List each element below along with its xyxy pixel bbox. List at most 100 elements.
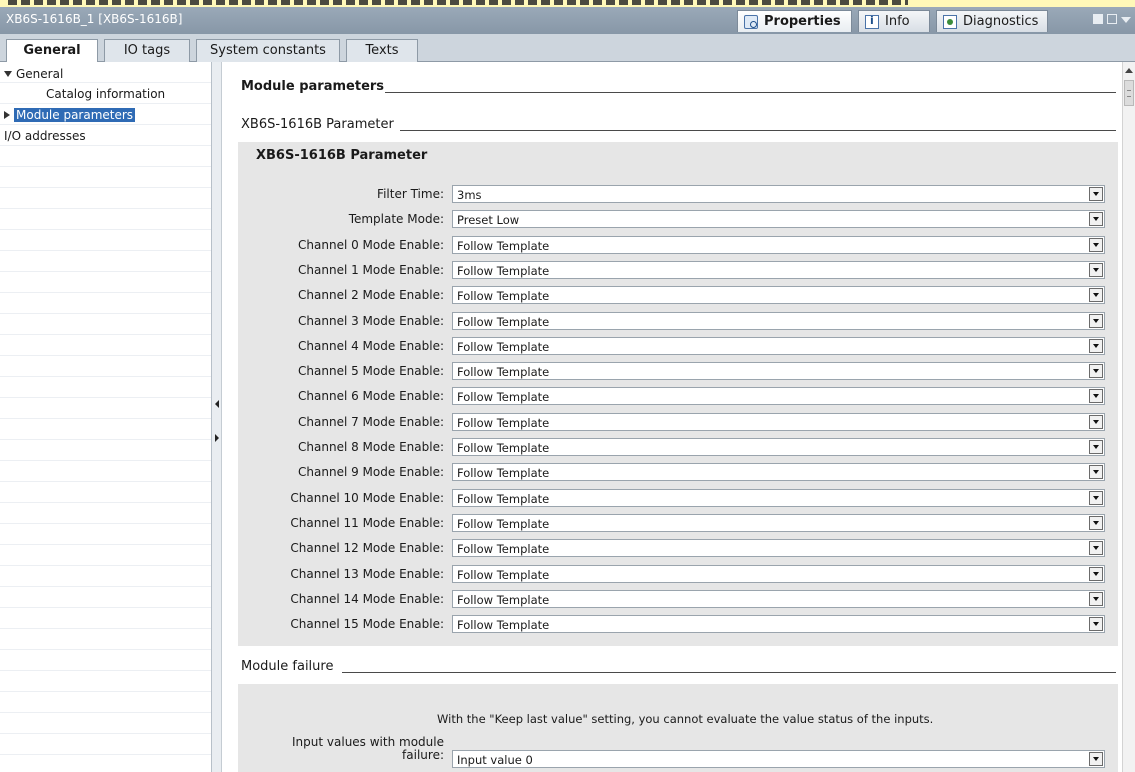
- inspector-title-bar: XB6S-1616B_1 [XB6S-1616B] Properties Inf…: [0, 7, 1135, 34]
- parameter-select[interactable]: Follow Template: [452, 413, 1105, 431]
- parameter-label: Filter Time:: [377, 187, 444, 201]
- collapse-arrow-icon[interactable]: [4, 111, 10, 119]
- parameter-value: Follow Template: [457, 416, 550, 430]
- chevron-down-icon[interactable]: [1089, 415, 1103, 429]
- parameter-select[interactable]: Follow Template: [452, 438, 1105, 456]
- chevron-down-icon[interactable]: [1089, 339, 1103, 353]
- failure-param-label-line2: failure:: [402, 748, 444, 762]
- expand-arrow-icon[interactable]: [4, 71, 12, 77]
- tab-info[interactable]: Info: [858, 10, 930, 32]
- parameter-row: Channel 0 Mode Enable: Follow Template: [238, 236, 1118, 255]
- parameter-navigation-tree: General Catalog information Module param…: [0, 62, 212, 772]
- parameter-select[interactable]: Follow Template: [452, 387, 1105, 405]
- parameter-select[interactable]: Follow Template: [452, 565, 1105, 583]
- chevron-down-icon[interactable]: [1089, 516, 1103, 530]
- nav-item-io-addresses[interactable]: I/O addresses: [4, 129, 86, 143]
- parameter-row: Channel 10 Mode Enable: Follow Template: [238, 489, 1118, 508]
- parameter-row: Channel 1 Mode Enable: Follow Template: [238, 261, 1118, 280]
- maximize-icon[interactable]: [1107, 14, 1117, 24]
- tab-properties[interactable]: Properties: [737, 10, 852, 32]
- pane-splitter[interactable]: [212, 62, 222, 772]
- chevron-down-icon[interactable]: [1089, 752, 1103, 766]
- tab-system-constants-label: System constants: [210, 43, 326, 58]
- parameter-value: Follow Template: [457, 390, 550, 404]
- tab-general[interactable]: General: [6, 39, 98, 63]
- chevron-down-icon[interactable]: [1089, 617, 1103, 631]
- chevron-down-icon[interactable]: [1089, 389, 1103, 403]
- failure-info-text: With the "Keep last value" setting, you …: [437, 712, 934, 726]
- parameter-row: Channel 9 Mode Enable: Follow Template: [238, 463, 1118, 482]
- parameter-label: Channel 6 Mode Enable:: [298, 389, 444, 403]
- scrollbar-thumb[interactable]: [1124, 80, 1134, 106]
- chevron-down-icon[interactable]: [1089, 212, 1103, 226]
- failure-param-label: Input values with module failure:: [238, 736, 444, 762]
- parameter-label: Channel 5 Mode Enable:: [298, 364, 444, 378]
- chevron-down-icon[interactable]: [1089, 567, 1103, 581]
- parameter-row: Channel 3 Mode Enable: Follow Template: [238, 312, 1118, 331]
- tab-io-tags[interactable]: IO tags: [104, 39, 190, 62]
- parameter-select[interactable]: Follow Template: [452, 514, 1105, 532]
- module-parameters-heading: Module parameters: [241, 79, 385, 94]
- properties-icon: [744, 14, 758, 29]
- parameter-value: 3ms: [457, 188, 482, 202]
- parameter-select[interactable]: Follow Template: [452, 539, 1105, 557]
- parameter-select[interactable]: Follow Template: [452, 337, 1105, 355]
- parameter-select[interactable]: Follow Template: [452, 312, 1105, 330]
- parameter-row: Channel 12 Mode Enable: Follow Template: [238, 539, 1118, 558]
- tab-texts[interactable]: Texts: [346, 39, 418, 62]
- chevron-down-icon[interactable]: [1089, 440, 1103, 454]
- parameter-select[interactable]: 3ms: [452, 185, 1105, 203]
- parameter-row: Channel 6 Mode Enable: Follow Template: [238, 387, 1118, 406]
- nav-item-general[interactable]: General: [4, 67, 63, 81]
- nav-item-io-addresses-label: I/O addresses: [4, 129, 86, 143]
- module-failure-heading: Module failure: [241, 659, 334, 674]
- parameter-select[interactable]: Preset Low: [452, 210, 1105, 228]
- parameter-select[interactable]: Follow Template: [452, 362, 1105, 380]
- section-divider: [400, 130, 1116, 131]
- parameter-select[interactable]: Follow Template: [452, 590, 1105, 608]
- chevron-down-icon[interactable]: [1089, 263, 1103, 277]
- chevron-down-icon[interactable]: [1089, 491, 1103, 505]
- parameter-select[interactable]: Follow Template: [452, 286, 1105, 304]
- parameter-label: Channel 9 Mode Enable:: [298, 465, 444, 479]
- chevron-down-icon[interactable]: [1089, 465, 1103, 479]
- chevron-down-icon[interactable]: [1089, 314, 1103, 328]
- collapse-left-icon[interactable]: [215, 400, 219, 408]
- tab-diagnostics[interactable]: Diagnostics: [936, 10, 1048, 32]
- diagnostics-icon: [943, 14, 957, 29]
- parameter-label: Channel 10 Mode Enable:: [290, 491, 444, 505]
- window-controls: [1093, 14, 1131, 24]
- parameter-row: Channel 8 Mode Enable: Follow Template: [238, 438, 1118, 457]
- parameter-value: Follow Template: [457, 466, 550, 480]
- parameter-label: Channel 1 Mode Enable:: [298, 263, 444, 277]
- parameter-label: Channel 14 Mode Enable:: [290, 592, 444, 606]
- parameter-value: Follow Template: [457, 593, 550, 607]
- chevron-down-icon[interactable]: [1089, 187, 1103, 201]
- parameter-select[interactable]: Follow Template: [452, 236, 1105, 254]
- chevron-down-icon[interactable]: [1089, 288, 1103, 302]
- failure-value-select[interactable]: Input value 0: [452, 750, 1105, 768]
- parameter-label: Channel 12 Mode Enable:: [290, 541, 444, 555]
- nav-item-catalog-information[interactable]: Catalog information: [46, 87, 165, 101]
- parameter-value: Follow Template: [457, 517, 550, 531]
- chevron-down-icon[interactable]: [1089, 592, 1103, 606]
- tab-system-constants[interactable]: System constants: [196, 39, 340, 62]
- parameter-select[interactable]: Follow Template: [452, 489, 1105, 507]
- nav-item-module-parameters[interactable]: Module parameters: [4, 108, 136, 122]
- parameter-select[interactable]: Follow Template: [452, 463, 1105, 481]
- float-window-icon[interactable]: [1093, 14, 1103, 24]
- expand-right-icon[interactable]: [215, 434, 219, 442]
- parameter-value: Follow Template: [457, 289, 550, 303]
- parameter-select[interactable]: Follow Template: [452, 615, 1105, 633]
- chevron-down-icon[interactable]: [1089, 238, 1103, 252]
- parameter-value: Follow Template: [457, 618, 550, 632]
- menu-dropdown-icon[interactable]: [1121, 17, 1131, 23]
- vertical-scrollbar[interactable]: [1122, 62, 1135, 772]
- parameter-label: Channel 11 Mode Enable:: [290, 516, 444, 530]
- scroll-up-icon[interactable]: [1125, 68, 1133, 73]
- parameter-select[interactable]: Follow Template: [452, 261, 1105, 279]
- parameter-label: Channel 8 Mode Enable:: [298, 440, 444, 454]
- chevron-down-icon[interactable]: [1089, 364, 1103, 378]
- chevron-down-icon[interactable]: [1089, 541, 1103, 555]
- cropped-document-text: [0, 0, 1135, 7]
